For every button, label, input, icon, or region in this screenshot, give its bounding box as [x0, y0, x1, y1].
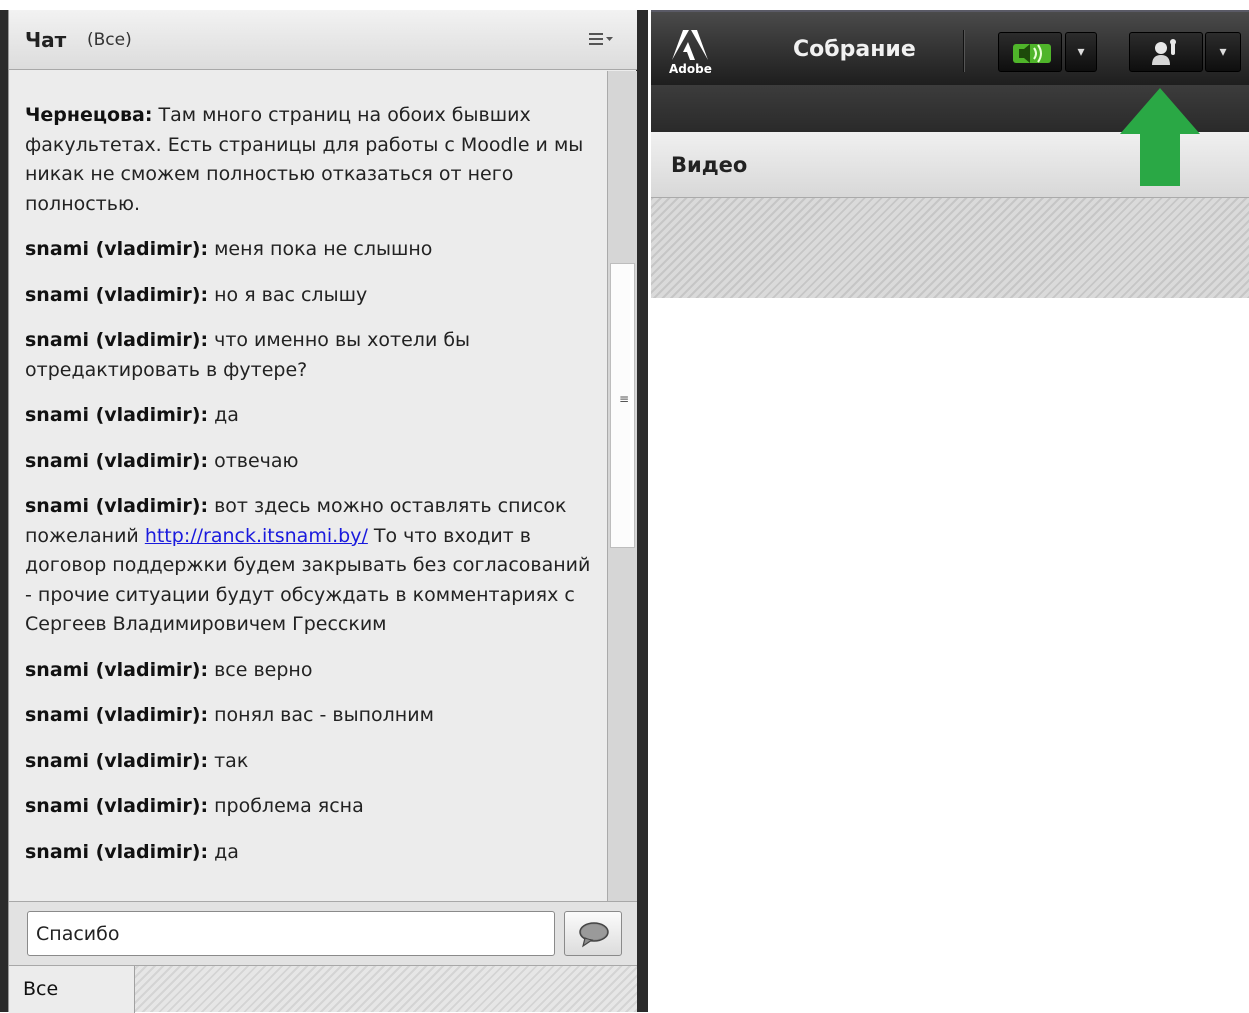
meeting-menu[interactable]: Собрание [793, 37, 916, 62]
chat-message: snami (vladimir): все верно [25, 656, 597, 686]
message-author: snami (vladimir): [25, 283, 209, 306]
chat-message: snami (vladimir): проблема ясна [25, 792, 597, 822]
video-pod-title: Видео [671, 153, 748, 177]
chat-message-list: Чернецова: Там много страниц на обоих бы… [9, 71, 607, 901]
speaker-button[interactable] [998, 32, 1062, 72]
chat-panel: Чат (Все) Чернецова: Там много страниц н… [8, 10, 637, 1013]
chat-message: snami (vladimir): понял вас - выполним [25, 701, 597, 731]
message-text: все верно [208, 658, 313, 681]
chat-message: snami (vladimir): так [25, 747, 597, 777]
send-button[interactable] [564, 911, 622, 956]
message-text: отвечаю [208, 449, 299, 472]
meeting-toolbar: Adobe Собрание ▾ ▾ [651, 10, 1249, 85]
chat-message: Чернецова: Там много страниц на обоих бы… [25, 101, 597, 219]
chat-message-input[interactable] [27, 911, 555, 956]
message-author: snami (vladimir): [25, 329, 209, 351]
status-dropdown[interactable]: ▾ [1205, 32, 1241, 72]
message-author: snami (vladimir): [25, 404, 209, 426]
chat-filter-label: (Все) [87, 30, 132, 50]
chat-footer: Все [9, 965, 637, 1013]
chat-message: snami (vladimir): меня пока не слышно [25, 235, 597, 265]
message-author: snami (vladimir): [25, 449, 209, 472]
chat-message: snami (vladimir): да [25, 401, 597, 431]
message-author: Чернецова: [25, 104, 153, 126]
chat-message: snami (vladimir): отвечаю [25, 447, 597, 477]
message-author: snami (vladimir): [25, 658, 209, 681]
recipient-tab-all[interactable]: Все [9, 966, 135, 1013]
adobe-logo-text: Adobe [669, 62, 712, 76]
chat-title: Чат [25, 28, 67, 52]
chat-message: snami (vladimir): но я вас слышу [25, 281, 597, 311]
chat-header: Чат (Все) [9, 10, 637, 70]
message-author: snami (vladimir): [25, 749, 209, 772]
message-author: snami (vladimir): [25, 840, 209, 863]
message-text: но я вас слышу [208, 283, 368, 306]
message-text: проблема ясна [208, 795, 364, 817]
message-text: так [208, 749, 249, 772]
raise-hand-button[interactable] [1129, 32, 1203, 72]
message-text: да [208, 404, 239, 426]
chat-message: snami (vladimir): да [25, 838, 597, 868]
chat-message: snami (vladimir): вот здесь можно оставл… [25, 492, 597, 640]
message-author: snami (vladimir): [25, 704, 209, 726]
message-author: snami (vladimir): [25, 238, 209, 260]
message-text: понял вас - выполним [208, 704, 434, 726]
message-author: snami (vladimir): [25, 795, 209, 817]
speech-bubble-icon [579, 922, 609, 948]
speaker-icon [1013, 44, 1051, 63]
message-text: меня пока не слышно [208, 238, 433, 260]
message-author: snami (vladimir): [25, 495, 209, 517]
raise-hand-icon [1152, 39, 1176, 65]
message-link[interactable]: http://ranck.itsnami.by/ [145, 525, 368, 547]
scrollbar-thumb[interactable]: ≡ [610, 263, 635, 548]
message-text: да [208, 840, 239, 863]
chat-message: snami (vladimir): что именно вы хотели б… [25, 326, 597, 385]
speaker-dropdown[interactable]: ▾ [1065, 32, 1097, 72]
up-arrow-icon [1120, 88, 1200, 186]
video-area [651, 198, 1249, 298]
scrollbar-grip: ≡ [619, 392, 630, 406]
list-menu-icon[interactable] [587, 28, 615, 50]
chat-input-area [9, 901, 637, 965]
toolbar-divider [963, 30, 965, 72]
chat-pod: Чат (Все) Чернецова: Там много страниц н… [0, 10, 648, 1013]
chat-scrollbar[interactable]: ≡ [607, 71, 637, 901]
